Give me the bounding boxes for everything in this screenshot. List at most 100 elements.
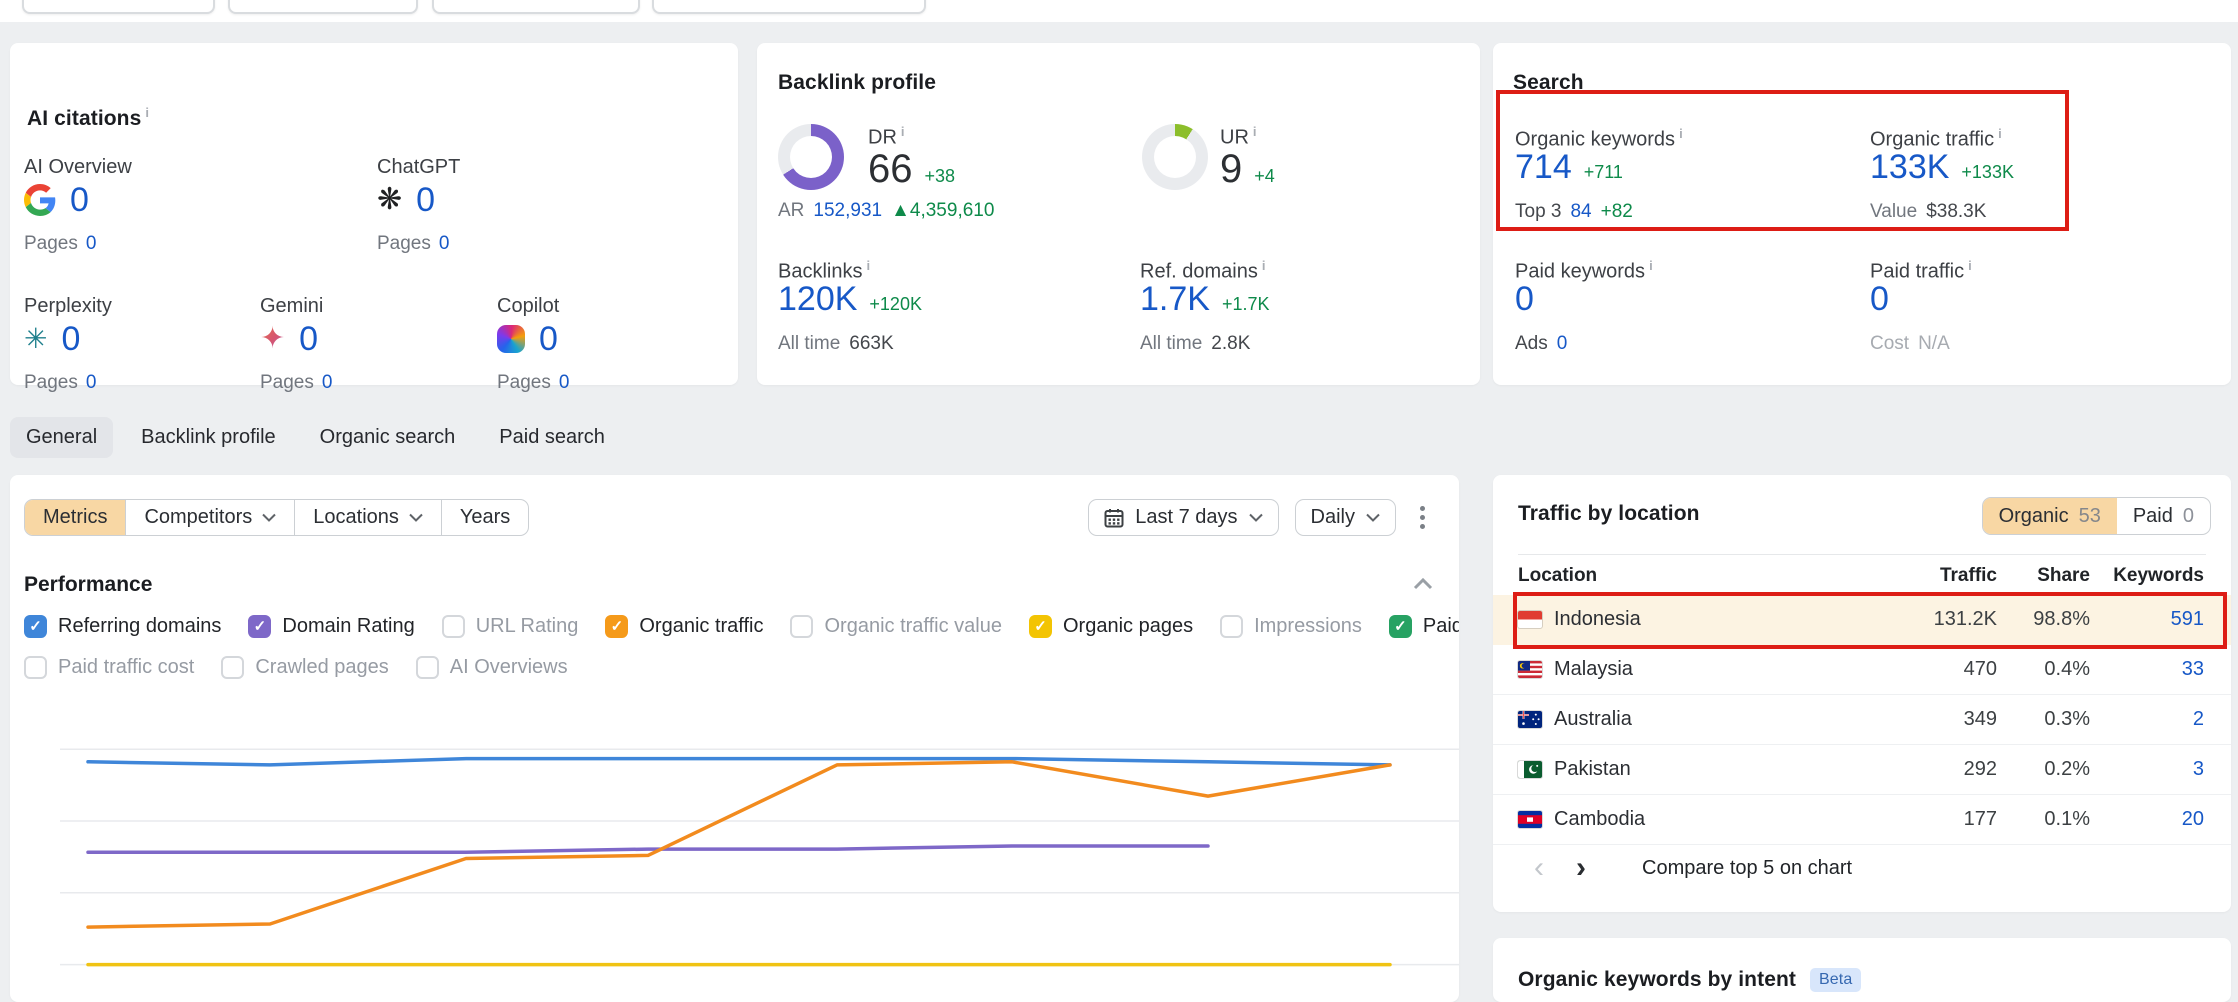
dr-delta: +38 bbox=[925, 166, 956, 187]
all-time-label: All time bbox=[1140, 333, 1202, 354]
location-row-pakistan: Pakistan2920.2%3 bbox=[1493, 745, 2231, 795]
info-icon[interactable]: i bbox=[1649, 258, 1653, 273]
pages-label: Pages bbox=[24, 233, 78, 254]
info-icon[interactable]: i bbox=[1262, 258, 1266, 273]
metric-checkbox-ai-overviews[interactable]: AI Overviews bbox=[416, 656, 568, 679]
info-icon[interactable]: i bbox=[1253, 124, 1257, 139]
metric-checkbox-label: Impressions bbox=[1254, 615, 1362, 638]
compare-top5-link[interactable]: Compare top 5 on chart bbox=[1642, 857, 1852, 880]
location-table-header: Location Traffic Share Keywords bbox=[1493, 565, 2231, 591]
column-share[interactable]: Share bbox=[2037, 565, 2090, 587]
info-icon[interactable]: i bbox=[901, 124, 905, 139]
top3-delta: +82 bbox=[1601, 201, 1633, 222]
pages-value-link[interactable]: 0 bbox=[86, 372, 97, 393]
checkbox-unchecked-icon bbox=[1220, 615, 1243, 638]
chatgpt-icon: ❋ bbox=[377, 184, 402, 216]
backlinks-delta: +120K bbox=[869, 294, 922, 315]
location-row-malaysia: Malaysia4700.4%33 bbox=[1493, 645, 2231, 695]
pages-value-link[interactable]: 0 bbox=[322, 372, 333, 393]
pager-next-icon[interactable]: › bbox=[1560, 851, 1602, 885]
ai-citations-panel: AI citationsi AI Overview 0 Pages0 ChatG… bbox=[10, 43, 738, 385]
tab-backlink-profile[interactable]: Backlink profile bbox=[125, 417, 292, 458]
info-icon[interactable]: i bbox=[1968, 258, 1972, 273]
metric-checkbox-label: Organic traffic value bbox=[824, 615, 1002, 638]
column-traffic[interactable]: Traffic bbox=[1940, 565, 1997, 587]
granularity-label: Daily bbox=[1311, 506, 1355, 529]
tab-paid-search[interactable]: Paid search bbox=[483, 417, 621, 458]
location-keywords-link[interactable]: 591 bbox=[2171, 608, 2204, 631]
divider bbox=[1518, 554, 2206, 555]
location-keywords-link[interactable]: 33 bbox=[2182, 658, 2204, 681]
checkbox-checked-icon: ✓ bbox=[605, 615, 628, 638]
column-location[interactable]: Location bbox=[1518, 565, 1597, 587]
metric-checkbox-organic-pages[interactable]: ✓ Organic pages bbox=[1029, 615, 1193, 638]
toolbar-input-3[interactable] bbox=[432, 0, 640, 14]
organic-traffic-value[interactable]: 133K bbox=[1870, 148, 1949, 187]
segment-locations[interactable]: Locations bbox=[294, 500, 441, 535]
metric-checkbox-domain-rating[interactable]: ✓Domain Rating bbox=[248, 615, 414, 638]
performance-chart[interactable] bbox=[60, 690, 1459, 1002]
metric-checkbox-paid-traffic[interactable]: ✓Paid traffic bbox=[1389, 615, 1459, 638]
organic-keywords-value[interactable]: 714 bbox=[1515, 148, 1572, 187]
metric-checkbox-referring-domains[interactable]: ✓Referring domains bbox=[24, 615, 221, 638]
ref-domains-value[interactable]: 1.7K bbox=[1140, 280, 1210, 319]
ai-card-value: 0 bbox=[70, 181, 89, 220]
metric-checkbox-organic-traffic[interactable]: ✓ Organic traffic bbox=[605, 615, 763, 638]
ads-value-link[interactable]: 0 bbox=[1557, 333, 1568, 354]
beta-badge: Beta bbox=[1810, 968, 1861, 992]
metric-checkbox-impressions[interactable]: Impressions bbox=[1220, 615, 1362, 638]
paid-keywords-metric: Paid keywordsi 0 Ads0 bbox=[1515, 258, 1653, 284]
column-keywords[interactable]: Keywords bbox=[2113, 565, 2204, 587]
location-traffic: 177 bbox=[1964, 808, 1997, 831]
segment-years[interactable]: Years bbox=[441, 500, 528, 535]
organic-keywords-metric: Organic keywordsi 714+711 Top 384+82 bbox=[1515, 126, 1683, 152]
toggle-organic[interactable]: Organic53 bbox=[1983, 498, 2117, 534]
backlinks-value[interactable]: 120K bbox=[778, 280, 857, 319]
info-icon[interactable]: i bbox=[1679, 126, 1683, 141]
info-icon[interactable]: i bbox=[866, 258, 870, 273]
ar-value-link[interactable]: 152,931 bbox=[813, 200, 882, 221]
metric-checkbox-paid-traffic-cost[interactable]: Paid traffic cost bbox=[24, 656, 194, 679]
toggle-paid[interactable]: Paid0 bbox=[2117, 498, 2210, 534]
paid-traffic-value[interactable]: 0 bbox=[1870, 280, 1889, 319]
toolbar-input-1[interactable] bbox=[22, 0, 215, 14]
metric-checkbox-crawled-pages[interactable]: Crawled pages bbox=[221, 656, 388, 679]
ai-citations-title: AI citationsi bbox=[27, 105, 149, 131]
pages-value-link[interactable]: 0 bbox=[86, 233, 97, 254]
chevron-down-icon bbox=[409, 513, 423, 522]
collapse-section-button[interactable] bbox=[1413, 577, 1433, 595]
location-keywords-link[interactable]: 20 bbox=[2182, 808, 2204, 831]
location-table-body: Indonesia131.2K98.8%591Malaysia4700.4%33… bbox=[1493, 595, 2231, 845]
location-keywords-link[interactable]: 2 bbox=[2193, 708, 2204, 731]
kebab-menu-icon[interactable] bbox=[1412, 500, 1433, 535]
location-keywords-link[interactable]: 3 bbox=[2193, 758, 2204, 781]
info-icon[interactable]: i bbox=[1998, 126, 2002, 141]
pages-value-link[interactable]: 0 bbox=[559, 372, 570, 393]
pages-value-link[interactable]: 0 bbox=[439, 233, 450, 254]
checkbox-checked-icon: ✓ bbox=[1029, 615, 1052, 638]
checkbox-checked-icon: ✓ bbox=[1389, 615, 1412, 638]
paid-keywords-value[interactable]: 0 bbox=[1515, 280, 1534, 319]
ur-value: 9 bbox=[1220, 147, 1242, 192]
checkbox-unchecked-icon bbox=[442, 615, 465, 638]
metric-checkbox-organic-traffic-value[interactable]: Organic traffic value bbox=[790, 615, 1002, 638]
toolbar-input-2[interactable] bbox=[228, 0, 418, 14]
metric-checkbox-label: Organic pages bbox=[1063, 615, 1193, 638]
granularity-button[interactable]: Daily bbox=[1295, 499, 1396, 536]
top3-value-link[interactable]: 84 bbox=[1570, 201, 1591, 222]
segment-metrics[interactable]: Metrics bbox=[25, 500, 125, 535]
pager-prev-icon[interactable]: ‹ bbox=[1518, 851, 1560, 885]
date-range-button[interactable]: Last 7 days bbox=[1088, 499, 1278, 536]
info-icon[interactable]: i bbox=[145, 105, 149, 120]
top-toolbar bbox=[0, 0, 2238, 22]
location-row-indonesia: Indonesia131.2K98.8%591 bbox=[1493, 595, 2231, 645]
metric-checkbox-url-rating[interactable]: URL Rating bbox=[442, 615, 579, 638]
segment-competitors[interactable]: Competitors bbox=[125, 500, 294, 535]
metric-checkbox-label: Organic traffic bbox=[639, 615, 763, 638]
tab-organic-search[interactable]: Organic search bbox=[304, 417, 472, 458]
tab-general[interactable]: General bbox=[10, 417, 113, 458]
traffic-by-location-title: Traffic by location bbox=[1518, 502, 1700, 526]
all-time-value: 2.8K bbox=[1211, 333, 1250, 354]
metric-checkbox-label: Crawled pages bbox=[255, 656, 388, 679]
toolbar-input-4[interactable] bbox=[652, 0, 926, 14]
